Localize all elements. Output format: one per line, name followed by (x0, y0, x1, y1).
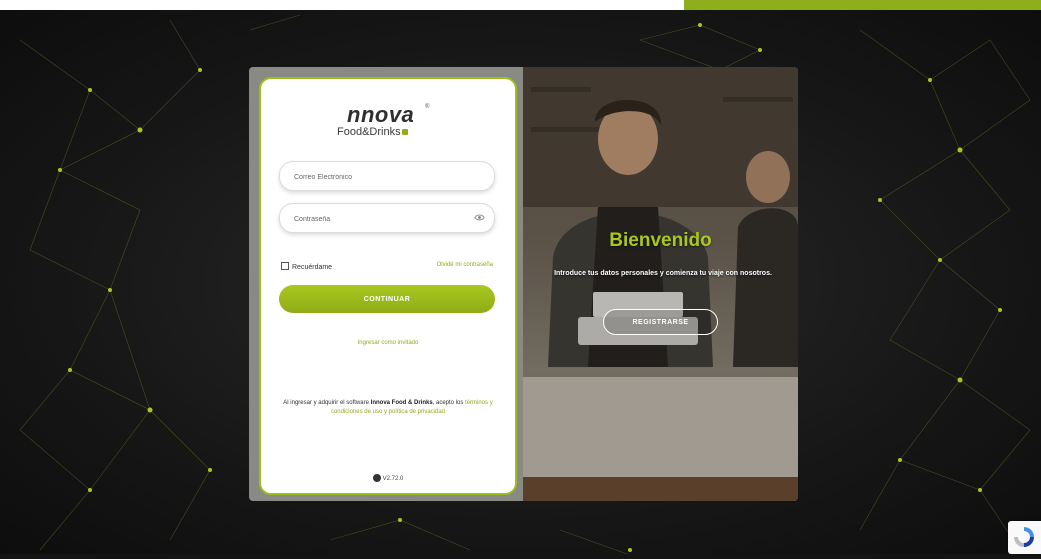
terms-text: Al ingresar y adquirir el software Innov… (283, 400, 493, 415)
logo-subtitle: Food&Drinks (337, 126, 408, 138)
logo-registered: ® (425, 104, 430, 110)
password-input[interactable] (292, 204, 466, 234)
register-button[interactable]: REGISTRARSE (603, 309, 718, 335)
version-info: V2.72.0 (261, 474, 515, 482)
remember-checkbox[interactable] (281, 262, 289, 270)
logo-name: nnova (347, 102, 415, 127)
brand-logo: nnova ® Food&Drinks (337, 102, 437, 142)
forgot-password-link[interactable]: Olvidé mi contraseña (437, 262, 493, 268)
version-label: V2.72.0 (382, 476, 404, 482)
guest-login-link[interactable]: Ingresar como invitado (261, 340, 515, 346)
welcome-title: Bienvenido (609, 230, 712, 251)
welcome-panel: Bienvenido Introduce tus datos personale… (523, 67, 798, 501)
recaptcha-badge[interactable] (1008, 521, 1041, 554)
email-input[interactable] (292, 162, 466, 192)
password-field[interactable] (279, 203, 495, 234)
email-field[interactable] (279, 161, 495, 192)
remember-label: Recuérdame (292, 264, 333, 271)
logo-dot-icon (401, 129, 408, 135)
eye-icon[interactable] (474, 213, 485, 222)
version-icon (372, 474, 381, 482)
login-panel: nnova ® Food&Drinks Recuérdame Olvidé mi… (259, 77, 517, 495)
welcome-text: Introduce tus datos personales y comienz… (554, 270, 772, 277)
remember-me[interactable]: Recuérdame (281, 262, 332, 271)
top-bar-accent (684, 0, 1041, 10)
photo-overlay (523, 67, 798, 501)
recaptcha-icon (1014, 527, 1034, 547)
continue-button[interactable]: CONTINUAR (279, 285, 495, 313)
login-card: nnova ® Food&Drinks Recuérdame Olvidé mi… (249, 67, 798, 501)
